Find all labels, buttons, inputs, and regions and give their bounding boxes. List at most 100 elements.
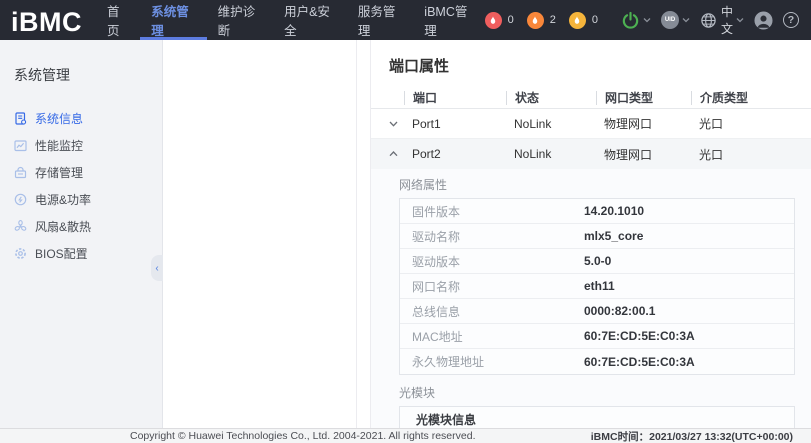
sidebar-item-label: 电源&功率 [35,191,91,208]
language-selector[interactable]: 中文 [700,3,744,37]
minor-alarm-indicator[interactable]: 0 [569,12,598,29]
major-alarm-flame-icon [527,12,544,29]
port-table: 端口 状态 网口类型 介质类型 Port1 NoLink 物理网口 光口 Por… [371,87,811,169]
nav-service-management[interactable]: 服务管理 [347,0,413,40]
port-name: Port2 [404,147,506,161]
fan-icon [14,220,27,233]
property-key: 驱动版本 [400,253,584,270]
expand-chevron-down-icon[interactable] [371,121,404,127]
sidebar-item-fan-cooling[interactable]: 风扇&散热 [0,213,162,240]
critical-alarm-count: 0 [508,14,514,26]
sidebar-item-bios-config[interactable]: BIOS配置 [0,240,162,267]
ibmc-page: iBMC 首页 系统管理 维护诊断 用户&安全 服务管理 iBMC管理 0 2 [0,0,811,443]
sidebar-item-system-info[interactable]: 系统信息 [0,105,162,132]
property-key: 总线信息 [400,303,584,320]
critical-alarm-flame-icon [485,12,502,29]
property-value: 60:7E:CD:5E:C0:3A [584,355,794,369]
optical-module-title: 光模块 [399,384,795,400]
globe-icon [700,12,717,29]
header-right-cluster: 0 2 0 [485,0,811,40]
copyright-text: Copyright © Huawei Technologies Co., Ltd… [130,430,476,442]
footer-bar: Copyright © Huawei Technologies Co., Ltd… [0,428,811,443]
ibmc-time-label: iBMC时间： [591,431,649,443]
port-media: 光口 [691,115,811,132]
property-value: 5.0-0 [584,254,794,268]
sidebar-item-label: 风扇&散热 [35,218,91,235]
sidebar-item-storage-management[interactable]: 存储管理 [0,159,162,186]
chevron-down-icon [736,17,744,23]
table-row: 永久物理地址 60:7E:CD:5E:C0:3A [400,349,794,374]
uid-indicator-menu[interactable]: UID [661,11,690,29]
port-status: NoLink [506,117,596,131]
table-row-port1[interactable]: Port1 NoLink 物理网口 光口 [371,109,811,139]
sidebar: 系统管理 系统信息 性能监控 存储管理 [0,40,163,428]
port-status: NoLink [506,147,596,161]
ibmc-time: iBMC时间：2021/03/27 13:32(UTC+00:00) [591,429,793,443]
chevron-left-icon: ‹ [155,263,158,274]
port-properties-panel: 端口属性 端口 状态 网口类型 介质类型 Port1 NoLink 物理网口 光… [370,40,811,428]
help-button[interactable]: ? [783,12,799,28]
port-type: 物理网口 [596,115,691,132]
sidebar-collapse-button[interactable]: ‹ [151,255,163,281]
language-label: 中文 [721,3,733,37]
secondary-panel [163,40,357,428]
minor-alarm-count: 0 [592,14,598,26]
main-nav: 首页 系统管理 维护诊断 用户&安全 服务管理 iBMC管理 [96,0,485,40]
nav-system-management[interactable]: 系统管理 [140,0,206,40]
table-row: MAC地址 60:7E:CD:5E:C0:3A [400,324,794,349]
nav-maintenance-diagnosis[interactable]: 维护诊断 [207,0,273,40]
port-type: 物理网口 [596,146,691,163]
sidebar-item-label: 系统信息 [35,110,83,127]
sidebar-item-label: BIOS配置 [35,245,88,262]
storage-icon [14,166,27,179]
property-value: eth11 [584,279,794,293]
table-row: 驱动版本 5.0-0 [400,249,794,274]
table-row-port2[interactable]: Port2 NoLink 物理网口 光口 [371,139,811,169]
user-account-menu[interactable] [754,11,773,30]
property-value: 14.20.1010 [584,204,794,218]
major-alarm-indicator[interactable]: 2 [527,12,556,29]
network-properties-table: 固件版本 14.20.1010 驱动名称 mlx5_core 驱动版本 5.0-… [399,198,795,375]
sidebar-item-performance-monitor[interactable]: 性能监控 [0,132,162,159]
table-row: 固件版本 14.20.1010 [400,199,794,224]
sidebar-item-label: 存储管理 [35,164,83,181]
column-header-media-type: 介质类型 [691,91,811,105]
page-title: 端口属性 [371,40,811,87]
nav-home[interactable]: 首页 [96,0,140,40]
property-value: 60:7E:CD:5E:C0:3A [584,329,794,343]
port2-detail-section: 网络属性 固件版本 14.20.1010 驱动名称 mlx5_core 驱动版本… [371,169,811,428]
chevron-down-icon [682,17,690,23]
nav-user-security[interactable]: 用户&安全 [273,0,347,40]
nav-ibmc-management[interactable]: iBMC管理 [413,0,484,40]
property-key: 永久物理地址 [400,353,584,370]
chevron-down-icon [643,17,651,23]
power-meter-icon [14,193,27,206]
table-row: 总线信息 0000:82:00.1 [400,299,794,324]
optical-module-table: 光模块信息 厂商 WTD 序列号 HN205200110043 [399,406,795,428]
sidebar-menu: 系统信息 性能监控 存储管理 电源&功率 [0,105,162,267]
property-value: 0000:82:00.1 [584,304,794,318]
column-header-port: 端口 [404,91,506,105]
property-value: mlx5_core [584,229,794,243]
port-name: Port1 [404,117,506,131]
ibmc-time-value: 2021/03/27 13:32(UTC+00:00) [649,431,793,443]
sidebar-item-power-wattage[interactable]: 电源&功率 [0,186,162,213]
sidebar-title: 系统管理 [0,40,162,85]
help-icon: ? [783,12,799,28]
uid-icon: UID [661,11,679,29]
power-control-menu[interactable] [621,11,651,30]
column-header-status: 状态 [506,91,596,105]
ibmc-logo: iBMC [11,4,82,40]
line-chart-icon [14,139,27,152]
critical-alarm-indicator[interactable]: 0 [485,12,514,29]
sidebar-item-label: 性能监控 [35,137,83,154]
document-icon [14,112,27,125]
network-properties-title: 网络属性 [399,176,795,192]
collapse-chevron-up-icon[interactable] [371,151,404,157]
port-media: 光口 [691,146,811,163]
top-navbar: iBMC 首页 系统管理 维护诊断 用户&安全 服务管理 iBMC管理 0 2 [0,0,811,40]
optical-module-info-header: 光模块信息 [400,407,794,428]
property-key: MAC地址 [400,328,584,345]
user-avatar-icon [754,11,773,30]
property-key: 驱动名称 [400,228,584,245]
